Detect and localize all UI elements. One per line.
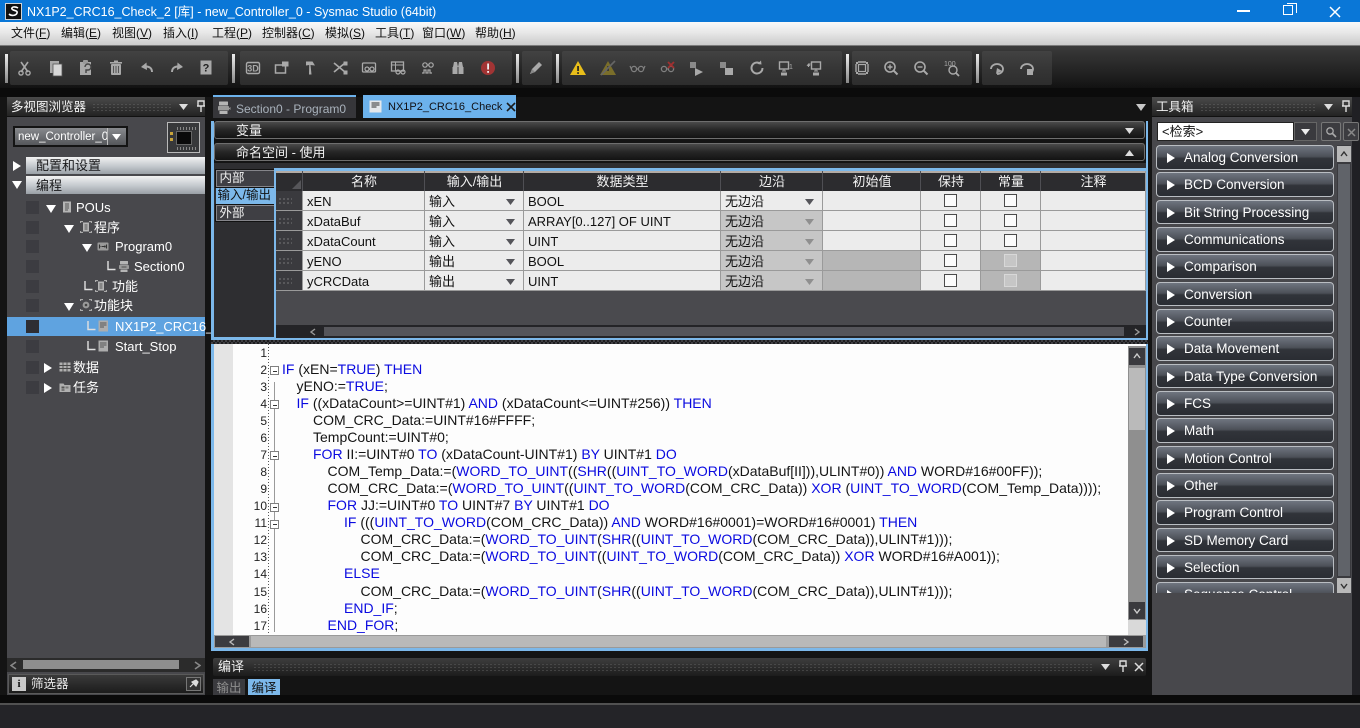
svg-text:?: ? (203, 63, 210, 75)
svg-text:1: 1 (789, 64, 793, 71)
svg-text:3D: 3D (247, 64, 259, 74)
